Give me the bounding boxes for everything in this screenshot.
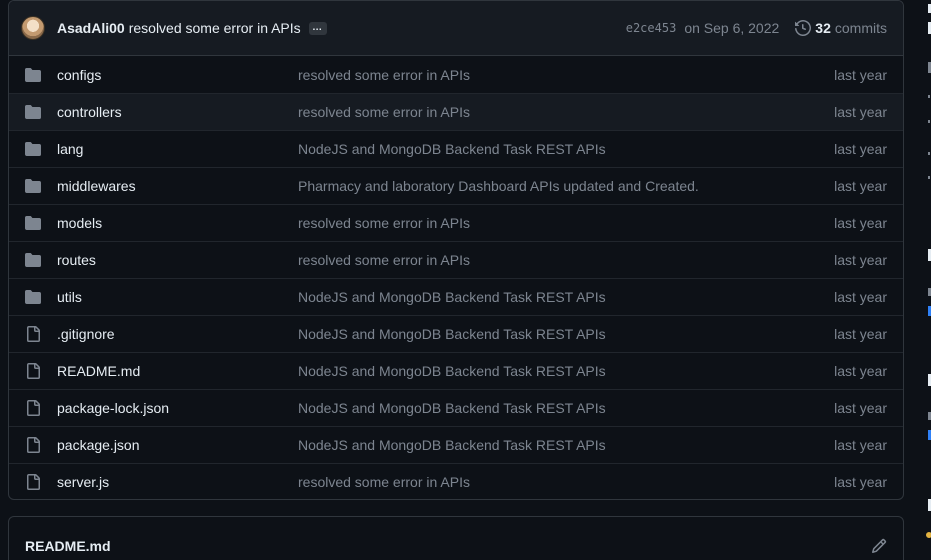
commit-count-label: commits: [834, 20, 887, 36]
file-commit-message-link[interactable]: NodeJS and MongoDB Backend Task REST API…: [298, 141, 834, 157]
sidebar-fragment: [928, 152, 930, 155]
readme-header: README.md: [9, 517, 903, 560]
file-icon: [25, 474, 41, 490]
file-name-link[interactable]: lang: [57, 141, 298, 157]
folder-icon: [25, 141, 41, 157]
folder-icon: [25, 215, 41, 231]
file-commit-age: last year: [834, 178, 887, 194]
file-commit-message-link[interactable]: NodeJS and MongoDB Backend Task REST API…: [298, 437, 834, 453]
folder-icon: [25, 289, 41, 305]
file-commit-age: last year: [834, 437, 887, 453]
file-name-link[interactable]: package.json: [57, 437, 298, 453]
file-commit-message-link[interactable]: resolved some error in APIs: [298, 104, 834, 120]
edit-readme-button[interactable]: [871, 538, 887, 554]
sidebar-fragment: [928, 95, 930, 98]
file-row[interactable]: package.json NodeJS and MongoDB Backend T…: [9, 426, 903, 463]
readme-title-link[interactable]: README.md: [25, 538, 111, 554]
expand-commit-button[interactable]: …: [308, 21, 327, 35]
file-name-link[interactable]: models: [57, 215, 298, 231]
file-commit-message-link[interactable]: NodeJS and MongoDB Backend Task REST API…: [298, 326, 834, 342]
file-list: configs resolved some error in APIs last y…: [9, 56, 903, 499]
file-browser: AsadAli00 resolved some error in APIs … …: [8, 0, 904, 500]
file-commit-age: last year: [834, 215, 887, 231]
file-commit-age: last year: [834, 400, 887, 416]
folder-icon: [25, 252, 41, 268]
file-commit-age: last year: [834, 326, 887, 342]
file-commit-message-link[interactable]: resolved some error in APIs: [298, 67, 834, 83]
commit-author-link[interactable]: AsadAli00: [57, 20, 125, 36]
file-commit-message-link[interactable]: NodeJS and MongoDB Backend Task REST API…: [298, 289, 834, 305]
file-commit-message-link[interactable]: resolved some error in APIs: [298, 252, 834, 268]
sidebar-clipped-edge: [924, 0, 931, 560]
file-commit-age: last year: [834, 363, 887, 379]
file-name-link[interactable]: README.md: [57, 363, 298, 379]
readme-panel: README.md: [8, 516, 904, 560]
file-row[interactable]: middlewares Pharmacy and laboratory Dashb…: [9, 167, 903, 204]
file-row[interactable]: package-lock.json NodeJS and MongoDB Back…: [9, 389, 903, 426]
commit-count: 32: [815, 20, 831, 36]
file-name-link[interactable]: server.js: [57, 474, 298, 490]
file-row[interactable]: utils NodeJS and MongoDB Backend Task RES…: [9, 278, 903, 315]
file-commit-age: last year: [834, 66, 887, 83]
file-commit-message-link[interactable]: resolved some error in APIs: [298, 215, 834, 231]
file-name-link[interactable]: .gitignore: [57, 326, 298, 342]
file-name-link[interactable]: configs: [57, 67, 298, 83]
commit-date: on Sep 6, 2022: [684, 20, 780, 36]
file-commit-age: last year: [834, 474, 887, 490]
file-row[interactable]: controllers resolved some error in APIs la…: [9, 93, 903, 130]
file-row[interactable]: configs resolved some error in APIs last y…: [9, 56, 903, 93]
file-icon: [25, 326, 41, 342]
file-row[interactable]: .gitignore NodeJS and MongoDB Backend Tas…: [9, 315, 903, 352]
file-commit-message-link[interactable]: NodeJS and MongoDB Backend Task REST API…: [298, 363, 834, 379]
file-commit-message-link[interactable]: resolved some error in APIs: [298, 474, 834, 490]
folder-icon: [25, 178, 41, 194]
file-row[interactable]: models resolved some error in APIs last ye…: [9, 204, 903, 241]
file-name-link[interactable]: utils: [57, 289, 298, 305]
file-row[interactable]: routes resolved some error in APIs last ye…: [9, 241, 903, 278]
file-row[interactable]: server.js resolved some error in APIs last…: [9, 463, 903, 499]
file-icon: [25, 363, 41, 379]
file-row[interactable]: lang NodeJS and MongoDB Backend Task REST…: [9, 130, 903, 167]
pencil-icon: [871, 538, 887, 554]
commit-sha-link[interactable]: e2ce453: [626, 21, 677, 35]
sidebar-fragment: [926, 532, 931, 538]
file-commit-message-link[interactable]: Pharmacy and laboratory Dashboard APIs u…: [298, 178, 834, 194]
sidebar-fragment: [928, 176, 930, 179]
file-name-link[interactable]: package-lock.json: [57, 400, 298, 416]
file-name-link[interactable]: routes: [57, 252, 298, 268]
latest-commit-header: AsadAli00 resolved some error in APIs … …: [9, 1, 903, 56]
folder-icon: [25, 104, 41, 120]
file-commit-age: last year: [834, 104, 887, 120]
folder-icon: [25, 67, 41, 83]
file-name-link[interactable]: middlewares: [57, 178, 298, 194]
file-icon: [25, 400, 41, 416]
file-icon: [25, 437, 41, 453]
sidebar-fragment: [928, 120, 930, 123]
file-commit-message-link[interactable]: NodeJS and MongoDB Backend Task REST API…: [298, 400, 834, 416]
avatar[interactable]: [21, 16, 45, 40]
file-name-link[interactable]: controllers: [57, 104, 298, 120]
history-icon: [795, 20, 812, 36]
commit-message-link[interactable]: resolved some error in APIs: [129, 20, 301, 36]
file-row[interactable]: README.md NodeJS and MongoDB Backend Task…: [9, 352, 903, 389]
file-commit-age: last year: [834, 141, 887, 157]
commit-history-link[interactable]: 32 commits: [795, 20, 887, 36]
file-commit-age: last year: [834, 252, 887, 268]
file-commit-age: last year: [834, 289, 887, 305]
